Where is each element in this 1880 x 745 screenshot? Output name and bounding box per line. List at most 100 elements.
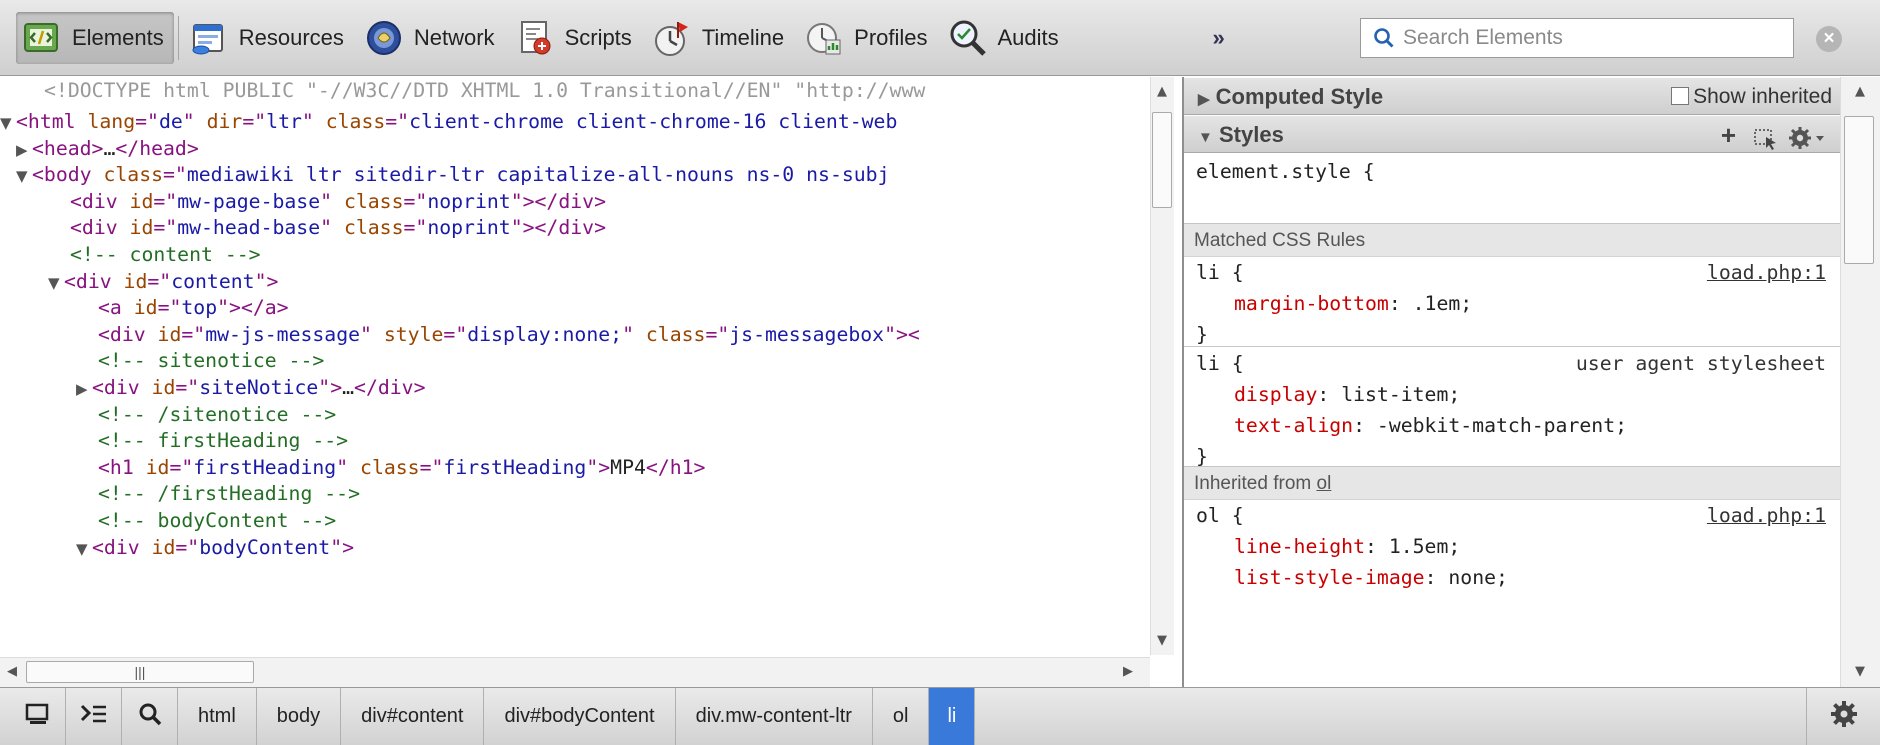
scroll-left-arrow-icon[interactable]: ◀ bbox=[2, 664, 22, 679]
add-rule-icon[interactable]: + bbox=[1721, 116, 1736, 154]
dom-node-line[interactable]: <div id="mw-head-base" class="noprint"><… bbox=[70, 214, 606, 241]
profiles-panel-tab[interactable]: Profiles bbox=[798, 12, 937, 64]
rule-selector[interactable]: li { bbox=[1196, 257, 1244, 288]
rule-selector[interactable]: li { bbox=[1196, 348, 1244, 379]
more-panels-button[interactable]: » bbox=[1199, 25, 1239, 51]
inherited-from-link[interactable]: ol bbox=[1317, 473, 1332, 494]
collapse-triangle-icon[interactable]: ▼ bbox=[16, 163, 32, 190]
css-property[interactable]: list-style-image: none; bbox=[1234, 562, 1508, 593]
dom-node-line[interactable]: ▼ <div id="content"> bbox=[48, 268, 278, 295]
css-rule-li-useragent[interactable]: li { user agent stylesheet display: list… bbox=[1184, 348, 1840, 468]
scroll-down-arrow-icon[interactable]: ▼ bbox=[1152, 633, 1172, 648]
tree-vertical-scroll-thumb[interactable] bbox=[1152, 112, 1172, 208]
show-inherited-option[interactable]: Show inherited bbox=[1671, 78, 1832, 116]
scroll-down-arrow-icon[interactable]: ▼ bbox=[1850, 664, 1870, 679]
dock-toggle-button[interactable] bbox=[10, 688, 66, 745]
css-property[interactable]: margin-bottom: .1em; bbox=[1234, 288, 1472, 319]
computed-style-header[interactable]: ▶ Computed Style Show inherited bbox=[1184, 77, 1840, 115]
css-property[interactable]: display: list-item; bbox=[1234, 379, 1460, 410]
breadcrumb-div-content[interactable]: div#content bbox=[341, 688, 485, 745]
collapse-triangle-icon[interactable]: ▼ bbox=[0, 110, 16, 137]
settings-button[interactable] bbox=[1806, 688, 1880, 745]
css-property[interactable]: line-height: 1.5em; bbox=[1234, 531, 1460, 562]
code-token: lang bbox=[87, 110, 136, 133]
dom-node-line[interactable]: <!-- sitenotice --> bbox=[98, 347, 324, 374]
scroll-right-arrow-icon[interactable]: ▶ bbox=[1118, 664, 1138, 679]
css-property[interactable]: text-align: -webkit-match-parent; bbox=[1234, 410, 1627, 441]
timeline-panel-tab[interactable]: Timeline bbox=[646, 12, 794, 64]
dom-node-line[interactable]: ▶ <div id="siteNotice">…</div> bbox=[76, 374, 426, 401]
close-icon[interactable]: × bbox=[1816, 26, 1842, 52]
resources-tab-label: Resources bbox=[238, 24, 344, 50]
tree-horizontal-scroll-thumb[interactable]: ||| bbox=[26, 661, 254, 683]
dom-node-line[interactable]: <!-- /sitenotice --> bbox=[98, 401, 336, 428]
breadcrumb-ol[interactable]: ol bbox=[873, 688, 930, 745]
doctype-line[interactable]: <!DOCTYPE html PUBLIC "-//W3C//DTD XHTML… bbox=[44, 77, 925, 104]
collapse-triangle-icon[interactable]: ▼ bbox=[76, 536, 92, 563]
code-token: display:none; bbox=[467, 322, 623, 346]
dom-node-line[interactable]: ▼ <html lang="de" dir="ltr" class="client… bbox=[0, 108, 897, 135]
styles-header[interactable]: ▼ Styles + bbox=[1184, 115, 1840, 153]
collapse-triangle-icon[interactable]: ▼ bbox=[48, 270, 64, 297]
breadcrumb-div-bodycontent[interactable]: div#bodyContent bbox=[484, 688, 676, 745]
code-token: id bbox=[123, 269, 148, 293]
code-token: <!-- bodyContent --> bbox=[98, 509, 337, 532]
collapse-triangle-icon: ▼ bbox=[1198, 129, 1213, 146]
status-bar: html body div#content div#bodyContent di… bbox=[0, 687, 1880, 745]
dom-node-line[interactable]: <!-- content --> bbox=[70, 241, 261, 268]
element-style-selector[interactable]: element.style { bbox=[1196, 156, 1375, 187]
console-toggle-button[interactable] bbox=[66, 688, 122, 745]
dom-tree[interactable]: <!DOCTYPE html PUBLIC "-//W3C//DTD XHTML… bbox=[0, 77, 1182, 657]
dom-node-line[interactable]: <div id="mw-js-message" style="display:n… bbox=[98, 321, 920, 348]
dock-icon bbox=[25, 703, 51, 730]
code-token: =" bbox=[181, 322, 206, 346]
resources-panel-tab[interactable]: Resources bbox=[183, 12, 354, 64]
css-rule-li-loadphp[interactable]: li { load.php:1 margin-bottom: .1em; } bbox=[1184, 257, 1840, 349]
network-panel-tab[interactable]: Network bbox=[358, 12, 505, 64]
rule-source-link[interactable]: load.php:1 bbox=[1707, 500, 1826, 531]
code-token: =" bbox=[135, 110, 159, 133]
search-box[interactable] bbox=[1360, 18, 1794, 58]
elements-panel-tab[interactable]: Elements bbox=[16, 11, 174, 64]
scripts-panel-tab[interactable]: Scripts bbox=[509, 12, 642, 64]
show-inherited-checkbox[interactable] bbox=[1671, 87, 1690, 105]
breadcrumb-div-mw-content-ltr[interactable]: div.mw-content-ltr bbox=[676, 688, 873, 745]
dom-node-line[interactable]: ▼ <div id="bodyContent"> bbox=[76, 534, 354, 561]
dom-node-line[interactable]: <a id="top"></a> bbox=[98, 294, 289, 321]
code-token: id bbox=[129, 216, 154, 240]
rule-selector[interactable]: ol { bbox=[1196, 500, 1244, 531]
code-token: " bbox=[360, 322, 384, 346]
scripts-tab-label: Scripts bbox=[564, 24, 632, 50]
code-token: <h1 bbox=[98, 455, 146, 479]
console-icon bbox=[80, 703, 108, 730]
breadcrumb-html[interactable]: html bbox=[178, 688, 257, 745]
code-token: id bbox=[151, 376, 176, 399]
scroll-up-arrow-icon[interactable]: ▲ bbox=[1850, 84, 1870, 99]
dom-node-line[interactable]: <!-- bodyContent --> bbox=[98, 507, 336, 534]
code-token: " bbox=[320, 216, 344, 240]
code-token: "></a> bbox=[217, 296, 289, 320]
search-input[interactable] bbox=[1403, 26, 1783, 50]
audits-panel-tab[interactable]: Audits bbox=[942, 12, 1069, 64]
sidebar-vertical-scroll-thumb[interactable] bbox=[1844, 116, 1874, 264]
breadcrumb-li[interactable]: li bbox=[929, 688, 976, 745]
rule-source-link[interactable]: load.php:1 bbox=[1707, 257, 1826, 288]
expand-triangle-icon[interactable]: ▶ bbox=[16, 137, 32, 164]
dom-node-line[interactable]: ▼ <body class="mediawiki ltr sitedir-ltr … bbox=[16, 161, 890, 188]
dom-node-line[interactable]: <h1 id="firstHeading" class="firstHeadin… bbox=[98, 454, 705, 481]
network-icon bbox=[364, 18, 404, 58]
dom-node-line[interactable]: <!-- /firstHeading --> bbox=[98, 480, 360, 507]
dom-node-line[interactable]: <div id="mw-page-base" class="noprint"><… bbox=[70, 188, 606, 215]
code-token: =" bbox=[169, 455, 194, 479]
dom-node-line[interactable]: ▶ <head>…</head> bbox=[16, 135, 199, 162]
toolbar-separator bbox=[177, 15, 179, 60]
dom-node-line[interactable]: <!-- firstHeading --> bbox=[98, 427, 348, 454]
inspect-element-button[interactable] bbox=[122, 688, 178, 745]
code-token: =" bbox=[705, 322, 730, 346]
code-token: <div bbox=[64, 269, 124, 293]
expand-triangle-icon[interactable]: ▶ bbox=[76, 376, 92, 403]
css-rule-ol-loadphp[interactable]: ol { load.php:1 line-height: 1.5em; list… bbox=[1184, 500, 1840, 600]
breadcrumb-body[interactable]: body bbox=[257, 688, 342, 745]
code-token: siteNotice bbox=[199, 376, 319, 399]
scroll-up-arrow-icon[interactable]: ▲ bbox=[1152, 84, 1172, 99]
